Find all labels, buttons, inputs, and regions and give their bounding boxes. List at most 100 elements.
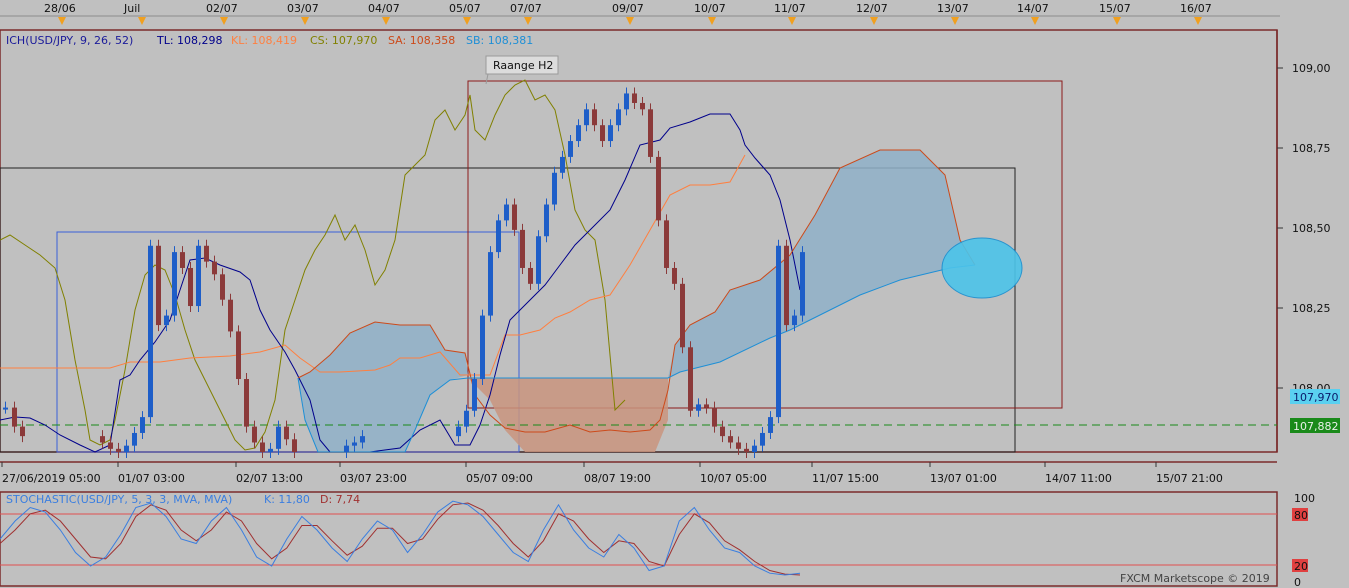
candle-body — [268, 448, 273, 452]
stoch-legend: STOCHASTIC(USD/JPY, 5, 3, 3, MVA, MVA) — [6, 493, 232, 506]
top-date-label: 10/07 — [694, 2, 726, 15]
time-axis-label: 02/07 13:00 — [236, 472, 303, 485]
candle-body — [108, 442, 113, 449]
candle-body — [632, 93, 637, 103]
time-axis-label: 15/07 21:00 — [1156, 472, 1223, 485]
candle-body — [140, 417, 145, 433]
candle-body — [640, 102, 645, 110]
candle-body — [752, 445, 757, 452]
candle-body — [616, 109, 621, 126]
candle-body — [648, 109, 653, 157]
top-date-strip: 28/06 Juil 02/07 03/07 04/07 05/07 07/07 09/07 1… — [44, 2, 1212, 25]
candle-body — [220, 274, 225, 300]
date-marker-icon — [870, 17, 878, 25]
stoch-tick: 80 — [1294, 509, 1308, 522]
candle-body — [560, 156, 565, 173]
top-date-label: 15/07 — [1099, 2, 1131, 15]
candle-body — [12, 407, 17, 427]
date-marker-icon — [626, 17, 634, 25]
time-axis-label: 13/07 01:00 — [930, 472, 997, 485]
candle-body — [744, 448, 749, 452]
candle-body — [212, 261, 217, 275]
candle-body — [536, 236, 541, 284]
candle-body — [664, 220, 669, 268]
date-marker-icon — [382, 17, 390, 25]
date-marker-icon — [463, 17, 471, 25]
legend-ich: ICH(USD/JPY, 9, 26, 52) — [6, 34, 133, 47]
candle-body — [132, 432, 137, 446]
date-marker-icon — [138, 17, 146, 25]
candle-body — [260, 442, 265, 452]
time-axis-label: 03/07 23:00 — [340, 472, 407, 485]
main-legend: ICH(USD/JPY, 9, 26, 52) TL: 108,298 KL: … — [6, 34, 533, 47]
price-tick: 108,50 — [1292, 222, 1331, 235]
candle-body — [228, 299, 233, 332]
legend-kl: KL: 108,419 — [231, 34, 297, 47]
top-date-label: Juil — [123, 2, 140, 15]
candle-body — [148, 245, 153, 418]
candle-body — [456, 426, 461, 437]
top-date-label: 05/07 — [449, 2, 481, 15]
price-tick: 108,75 — [1292, 142, 1331, 155]
candle-body — [464, 410, 469, 427]
date-marker-icon — [1113, 17, 1121, 25]
candle-body — [252, 426, 257, 443]
stoch-axis: 100 80 20 0 — [1292, 492, 1315, 588]
date-marker-icon — [58, 17, 66, 25]
candle-body — [116, 448, 121, 452]
candle-body — [100, 436, 105, 443]
candle-body — [352, 442, 357, 446]
candle-body — [592, 109, 597, 126]
candle-body — [728, 436, 733, 443]
top-date-label: 09/07 — [612, 2, 644, 15]
annotation-label: Raange H2 — [493, 59, 553, 72]
top-date-label: 12/07 — [856, 2, 888, 15]
candle-body — [504, 204, 509, 221]
top-date-label: 16/07 — [1180, 2, 1212, 15]
ichimoku-chart: 28/06 Juil 02/07 03/07 04/07 05/07 07/07 09/07 1… — [0, 0, 1349, 588]
price-tick: 108,25 — [1292, 302, 1331, 315]
candle-body — [584, 109, 589, 126]
candle-body — [672, 267, 677, 284]
top-date-label: 02/07 — [206, 2, 238, 15]
candle-body — [124, 445, 129, 452]
candle-body — [712, 407, 717, 427]
candle-body — [528, 267, 533, 284]
top-date-label: 14/07 — [1017, 2, 1049, 15]
candle-body — [568, 141, 573, 157]
candle-body — [800, 252, 805, 316]
top-date-label: 04/07 — [368, 2, 400, 15]
candle-body — [3, 407, 8, 410]
stochastic-pane-frame — [0, 491, 1278, 587]
candle-body — [344, 445, 349, 452]
candle-body — [472, 379, 477, 411]
candle-body — [776, 245, 781, 418]
time-axis-label: 08/07 19:00 — [584, 472, 651, 485]
top-date-label: 13/07 — [937, 2, 969, 15]
candle-body — [576, 125, 581, 142]
candle-body — [792, 315, 797, 326]
price-tick: 109,00 — [1292, 62, 1331, 75]
time-axis-label: 14/07 11:00 — [1045, 472, 1112, 485]
highlight-ellipse[interactable] — [941, 237, 1023, 299]
candle-body — [696, 404, 701, 411]
candle-body — [292, 439, 297, 452]
candle-body — [496, 220, 501, 253]
level-price-label: 107,882 — [1293, 420, 1339, 433]
candle-body — [512, 204, 517, 230]
time-axis-label: 27/06/2019 05:00 — [2, 472, 101, 485]
candle-body — [236, 331, 241, 380]
stoch-tick: 0 — [1294, 576, 1301, 588]
candle-body — [784, 245, 789, 326]
time-axis-label: 10/07 05:00 — [700, 472, 767, 485]
stoch-tick: 100 — [1294, 492, 1315, 505]
candle-body — [720, 426, 725, 437]
candle-body — [768, 417, 773, 433]
time-axis-label: 01/07 03:00 — [118, 472, 185, 485]
candle-body — [244, 379, 249, 427]
candle-body — [760, 432, 765, 446]
candle-body — [188, 267, 193, 307]
watermark: FXCM Marketscope © 2019 — [1120, 572, 1270, 585]
time-axis: 27/06/2019 05:00 01/07 03:00 02/07 13:00 03… — [1, 462, 1223, 485]
date-marker-icon — [951, 17, 959, 25]
